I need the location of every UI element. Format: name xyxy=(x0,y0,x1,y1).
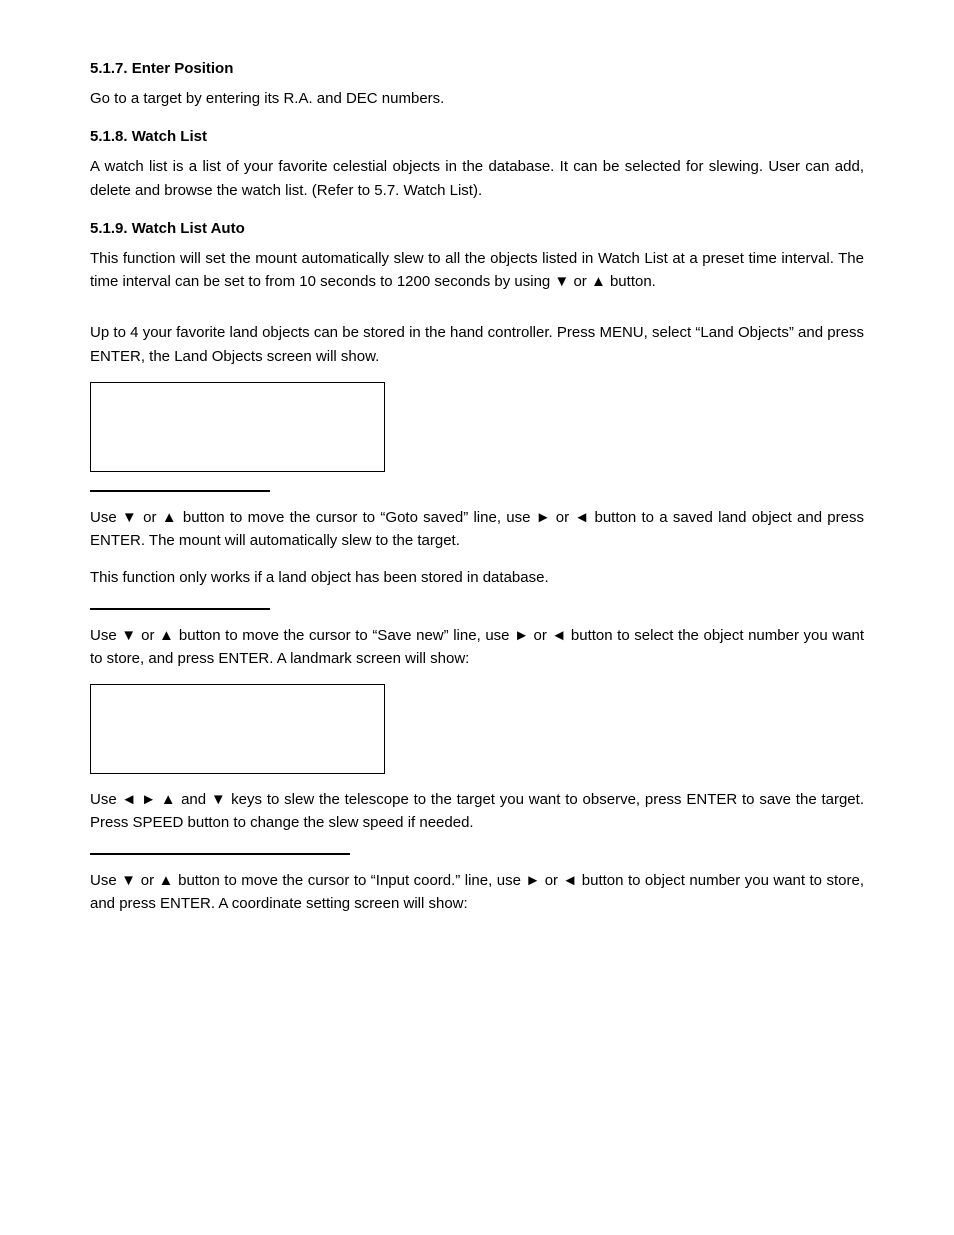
block1-desc1: Use ▼ or ▲ button to move the cursor to … xyxy=(90,506,864,553)
land-objects-intro-para: Up to 4 your favorite land objects can b… xyxy=(90,321,864,368)
divider-2 xyxy=(90,608,270,610)
section-519: 5.1.9. Watch List Auto This function wil… xyxy=(90,220,864,294)
block3-desc1: Use ◄ ► ▲ and ▼ keys to slew the telesco… xyxy=(90,788,864,835)
heading-517: 5.1.7. Enter Position xyxy=(90,60,864,77)
section-518: 5.1.8. Watch List A watch list is a list… xyxy=(90,128,864,202)
section-517: 5.1.7. Enter Position Go to a target by … xyxy=(90,60,864,110)
divider-3 xyxy=(90,853,350,855)
screen-box-1 xyxy=(90,382,385,472)
heading-518: 5.1.8. Watch List xyxy=(90,128,864,145)
block1-desc2: This function only works if a land objec… xyxy=(90,566,864,589)
para-518-1: A watch list is a list of your favorite … xyxy=(90,155,864,202)
land-objects-intro: Up to 4 your favorite land objects can b… xyxy=(90,321,864,915)
divider-1 xyxy=(90,490,270,492)
heading-519: 5.1.9. Watch List Auto xyxy=(90,220,864,237)
para-517-1: Go to a target by entering its R.A. and … xyxy=(90,87,864,110)
page-content: 5.1.7. Enter Position Go to a target by … xyxy=(0,0,954,989)
screen-box-2 xyxy=(90,684,385,774)
block4-desc1: Use ▼ or ▲ button to move the cursor to … xyxy=(90,869,864,916)
para-519-1: This function will set the mount automat… xyxy=(90,247,864,294)
block2-desc1: Use ▼ or ▲ button to move the cursor to … xyxy=(90,624,864,671)
